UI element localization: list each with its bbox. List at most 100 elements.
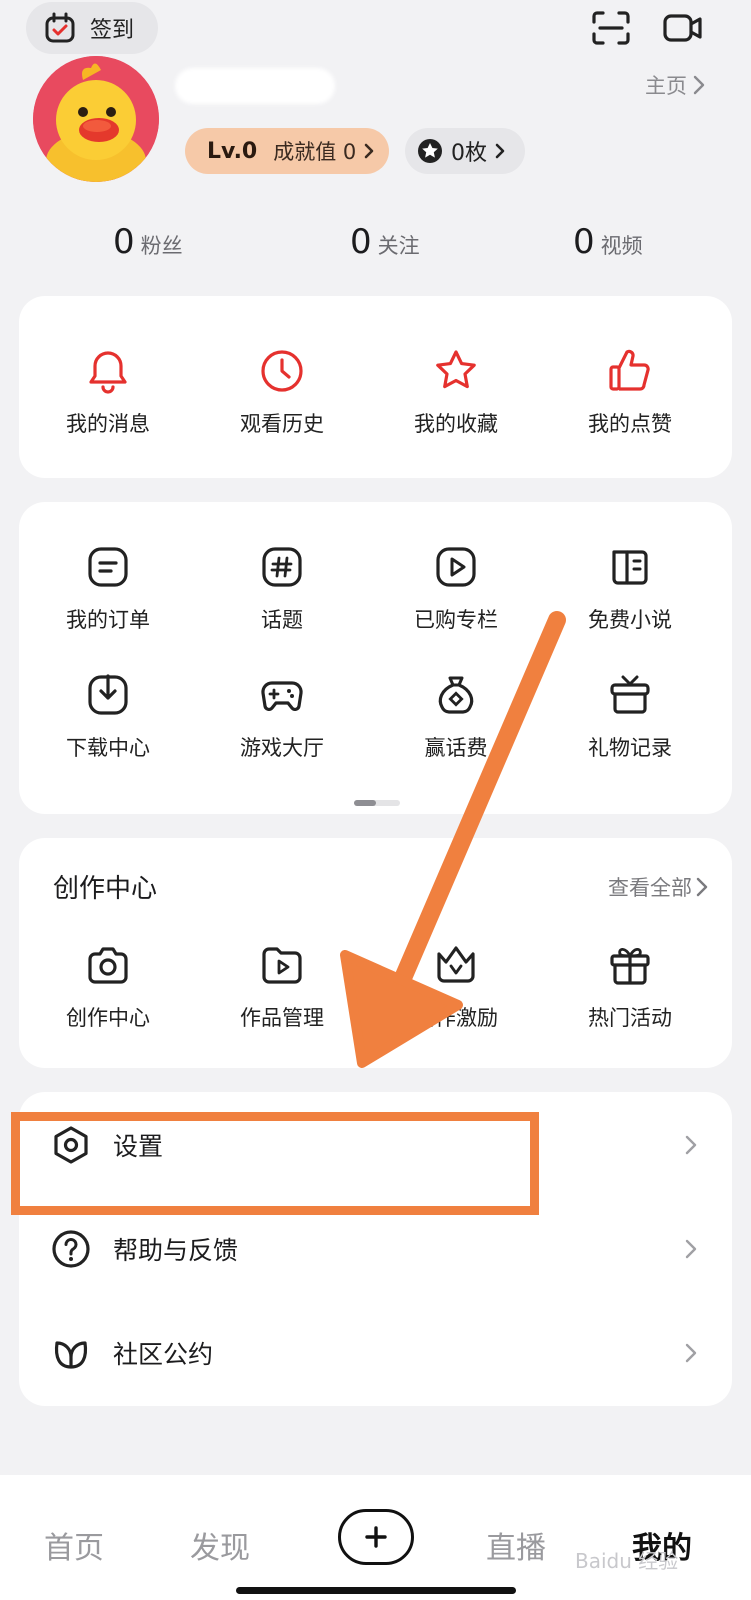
grid-item-label: 下载中心 [66,736,150,760]
game-hall-button[interactable]: 游戏大厅 [193,672,371,762]
download-center-button[interactable]: 下载中心 [19,672,197,762]
free-novels-button[interactable]: 免费小说 [541,544,719,634]
coin-count: 0枚 [451,141,487,166]
grid-item-label: 创作中心 [66,1006,150,1030]
menu-item-label: 社区公约 [113,1340,214,1369]
annotation-highlight-box [11,1112,539,1215]
grid-item-label: 热门活动 [588,1006,672,1030]
grid-item-label: 创作激励 [414,1006,498,1030]
stat-followers[interactable]: 0 粉丝 [113,222,183,262]
grid-item-label: 我的收藏 [414,412,498,436]
page-indicator [354,800,400,806]
checkin-label: 签到 [90,18,135,43]
my-likes-button[interactable]: 我的点赞 [541,348,719,438]
crown-icon [437,946,475,983]
create-plus-button[interactable] [338,1509,414,1565]
grid-item-label: 已购专栏 [414,608,498,632]
level-badge[interactable]: Lv.0 成就值 0 [185,128,389,174]
win-phone-credit-button[interactable]: 赢话费 [367,672,545,762]
stat-label: 视频 [600,234,643,258]
home-indicator [236,1587,516,1594]
scan-icon[interactable] [590,10,632,46]
grid-item-label: 赢话费 [424,736,488,760]
hashtag-icon [262,547,302,587]
folder-play-icon [262,947,302,984]
star-coin-icon [418,139,442,163]
bottom-navigation: 首页 发现 直播 我的 Baidu 经验 [0,1475,751,1600]
coin-badge[interactable]: 0枚 [405,128,525,174]
home-page-link[interactable]: 主页 [645,70,705,100]
achievement-label: 成就值 0 [273,140,357,164]
hot-events-button[interactable]: 热门活动 [541,942,719,1032]
grid-item-label: 礼物记录 [588,736,672,760]
works-management-button[interactable]: 作品管理 [193,942,371,1032]
nav-discover[interactable]: 发现 [190,1523,250,1567]
gamepad-icon [261,681,303,711]
creation-incentive-button[interactable]: 创作激励 [367,942,545,1032]
video-camera-icon[interactable] [662,10,704,46]
play-square-icon [436,547,476,587]
menu-item-community-rules[interactable]: 社区公约 [19,1300,732,1406]
creator-section-title: 创作中心 [53,874,158,904]
stat-following[interactable]: 0 关注 [350,222,420,262]
chevron-right-icon [696,877,708,897]
duck-avatar-image [33,56,159,182]
gift-box-icon [610,675,650,714]
watch-history-button[interactable]: 观看历史 [193,348,371,438]
clock-icon [261,350,303,392]
level-label: Lv.0 [207,138,258,164]
grid-item-label: 免费小说 [588,608,672,632]
plus-icon [365,1526,387,1548]
grid-item-label: 我的消息 [66,412,150,436]
camera-icon [88,947,128,984]
purchased-columns-button[interactable]: 已购专栏 [367,544,545,634]
quick-actions-card: 我的消息 观看历史 我的收藏 我的点赞 [19,296,732,478]
stat-videos[interactable]: 0 视频 [573,222,643,262]
stat-label: 粉丝 [140,234,183,258]
money-bag-icon [438,676,474,714]
stat-number: 0 [113,222,135,262]
leaf-icon [54,1341,88,1369]
grid-item-label: 观看历史 [240,412,324,436]
gift-icon [610,947,650,985]
creator-center-card: 创作中心 查看全部 创作中心 作品管理 创作激励 热门活动 [19,838,732,1068]
see-all-link[interactable]: 查看全部 [608,872,708,902]
creator-center-button[interactable]: 创作中心 [19,942,197,1032]
chevron-right-icon [693,75,705,95]
grid-item-label: 游戏大厅 [240,736,324,760]
thumbs-up-icon [609,349,650,391]
username-redacted [175,68,335,104]
grid-item-label: 话题 [261,608,303,632]
chevron-right-icon [685,1343,697,1363]
book-icon [612,550,648,585]
gift-records-button[interactable]: 礼物记录 [541,672,719,762]
checkin-button[interactable]: 签到 [26,2,158,54]
chevron-right-icon [364,143,374,159]
download-icon [88,674,128,715]
chevron-right-icon [685,1239,697,1259]
services-card: 我的订单 话题 已购专栏 免费小说 下载中心 游戏大厅 赢话费 礼物记录 [19,502,732,814]
help-circle-icon [52,1230,90,1268]
see-all-label: 查看全部 [608,876,692,900]
profile-stats: 0 粉丝 0 关注 0 视频 [0,222,751,272]
grid-item-label: 我的订单 [66,608,150,632]
nav-live[interactable]: 直播 [486,1523,546,1567]
home-link-label: 主页 [645,74,687,98]
baidu-watermark: Baidu 经验 [575,1549,679,1573]
stat-label: 关注 [377,234,420,258]
nav-home[interactable]: 首页 [44,1523,104,1567]
bell-icon [89,351,127,394]
chevron-right-icon [495,143,505,159]
my-favorites-button[interactable]: 我的收藏 [367,348,545,438]
topics-button[interactable]: 话题 [193,544,371,634]
grid-item-label: 我的点赞 [588,412,672,436]
avatar[interactable] [33,56,159,182]
calendar-check-icon [45,12,75,43]
menu-item-label: 帮助与反馈 [113,1236,239,1265]
grid-item-label: 作品管理 [240,1006,324,1030]
stat-number: 0 [350,222,372,262]
star-icon [436,350,476,389]
my-messages-button[interactable]: 我的消息 [19,348,197,438]
order-icon [88,547,128,587]
my-orders-button[interactable]: 我的订单 [19,544,197,634]
